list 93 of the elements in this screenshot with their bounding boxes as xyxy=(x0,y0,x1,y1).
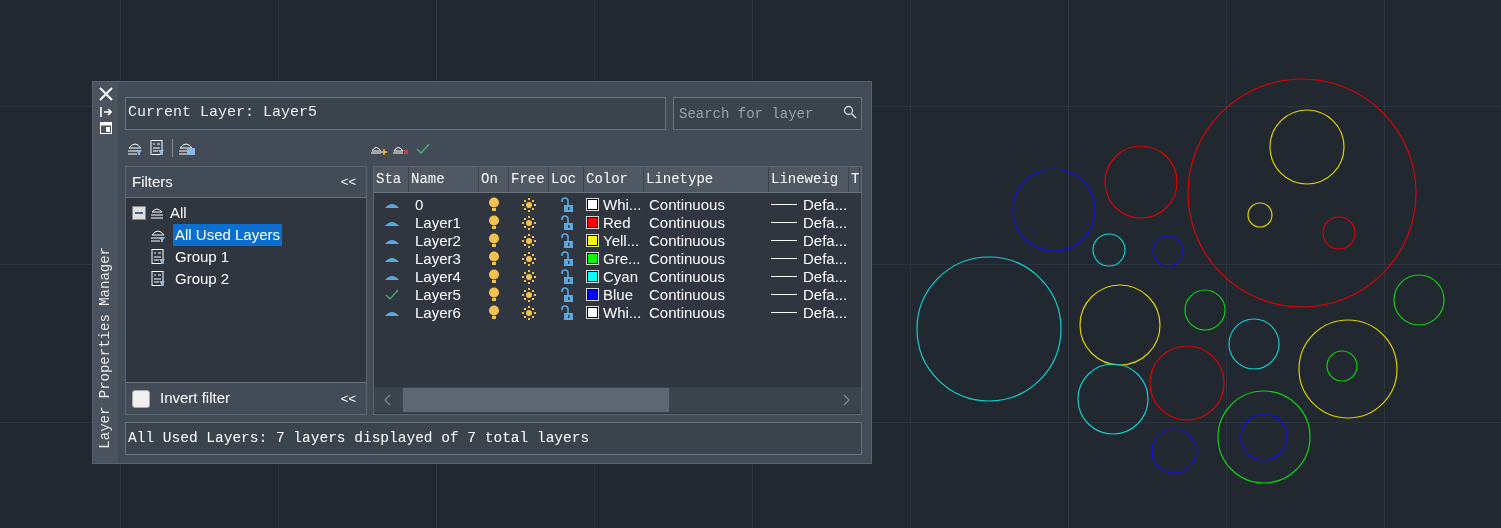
layers-icon xyxy=(149,205,165,220)
lineweight-value: Defa... xyxy=(803,231,848,250)
lineweight-sample xyxy=(771,276,797,278)
linetype-name: Continuous xyxy=(649,285,725,304)
padlock-icon[interactable] xyxy=(559,232,574,249)
padlock-icon[interactable] xyxy=(559,304,574,321)
lightbulb-icon[interactable] xyxy=(488,233,500,249)
group-filter-icon[interactable] xyxy=(149,138,167,157)
color-name: Cyan xyxy=(603,267,639,286)
filter-tree-item[interactable]: Group 2 xyxy=(173,267,232,291)
linetype-name: Continuous xyxy=(649,195,725,214)
layer-name: Layer3 xyxy=(415,249,461,268)
sun-icon[interactable] xyxy=(522,251,536,266)
search-icon xyxy=(843,105,857,119)
column-header[interactable]: Free xyxy=(509,166,549,192)
color-swatch[interactable] xyxy=(587,253,598,265)
column-header[interactable]: Loc xyxy=(549,166,584,192)
lineweight-value: Defa... xyxy=(803,213,848,232)
color-name: Whi... xyxy=(603,195,642,214)
color-name: Whi... xyxy=(603,303,642,322)
padlock-icon[interactable] xyxy=(559,196,574,213)
layer-name: Layer2 xyxy=(415,231,461,250)
color-name: Yell... xyxy=(603,231,640,250)
sun-icon[interactable] xyxy=(522,305,536,320)
status-bar: All Used Layers: 7 layers displayed of 7 total layers xyxy=(125,422,862,455)
lineweight-value: Defa... xyxy=(803,285,848,304)
sun-icon[interactable] xyxy=(522,269,536,284)
column-header[interactable]: T xyxy=(849,166,860,192)
lightbulb-icon[interactable] xyxy=(488,305,500,321)
lineweight-sample xyxy=(771,222,797,224)
color-name: Red xyxy=(603,213,631,232)
invert-filter-checkbox[interactable] xyxy=(132,389,150,408)
filter-tree-item[interactable]: Group 1 xyxy=(173,245,232,269)
column-header[interactable]: On xyxy=(479,166,509,192)
layer-name: Layer4 xyxy=(415,267,461,286)
layer-name: Layer1 xyxy=(415,213,461,232)
layer-name: Layer6 xyxy=(415,303,461,322)
column-header[interactable]: Sta xyxy=(374,166,409,192)
lineweight-value: Defa... xyxy=(803,267,848,286)
linetype-name: Continuous xyxy=(649,267,725,286)
color-swatch[interactable] xyxy=(587,307,598,319)
filter-tree-item[interactable]: All Used Layers xyxy=(173,223,283,247)
sun-icon[interactable] xyxy=(522,287,536,302)
color-swatch[interactable] xyxy=(587,235,598,247)
color-swatch[interactable] xyxy=(587,217,598,229)
padlock-icon[interactable] xyxy=(559,214,574,231)
linetype-name: Continuous xyxy=(649,249,725,268)
column-header[interactable]: Color xyxy=(584,166,644,192)
pin-icon[interactable] xyxy=(99,106,112,118)
column-header[interactable]: Lineweig xyxy=(769,166,849,192)
sun-icon[interactable] xyxy=(522,197,536,212)
padlock-icon[interactable] xyxy=(559,286,574,303)
lineweight-value: Defa... xyxy=(803,195,848,214)
panel-title: Layer Properties Manager xyxy=(96,247,114,449)
lineweight-sample xyxy=(771,204,797,206)
lightbulb-icon[interactable] xyxy=(488,269,500,285)
lineweight-sample xyxy=(771,258,797,260)
layer-name: 0 xyxy=(415,195,424,214)
lineweight-value: Defa... xyxy=(803,303,848,322)
search-field[interactable]: Search for layer xyxy=(673,97,862,130)
color-name: Gre... xyxy=(603,249,641,268)
lineweight-sample xyxy=(771,240,797,242)
color-swatch[interactable] xyxy=(587,271,598,283)
color-swatch[interactable] xyxy=(587,289,598,301)
properties-icon[interactable] xyxy=(99,122,112,134)
sun-icon[interactable] xyxy=(522,215,536,230)
lightbulb-icon[interactable] xyxy=(488,215,500,231)
close-icon[interactable] xyxy=(97,86,114,102)
color-swatch[interactable] xyxy=(587,199,598,211)
column-header[interactable]: Name xyxy=(409,166,479,192)
filters-title: Filters xyxy=(132,171,173,192)
lightbulb-icon[interactable] xyxy=(488,251,500,267)
horizontal-scrollbar[interactable] xyxy=(374,387,861,414)
padlock-icon[interactable] xyxy=(559,268,574,285)
lineweight-sample xyxy=(771,294,797,296)
padlock-icon[interactable] xyxy=(559,250,574,267)
color-name: Blue xyxy=(603,285,634,304)
linetype-name: Continuous xyxy=(649,303,725,322)
lightbulb-icon[interactable] xyxy=(488,287,500,303)
lightbulb-icon[interactable] xyxy=(488,197,500,213)
lineweight-sample xyxy=(771,312,797,314)
filter-tree-item[interactable]: All xyxy=(168,201,189,225)
collapse-button[interactable]: << xyxy=(336,388,360,409)
lineweight-value: Defa... xyxy=(803,249,848,268)
collapse-button[interactable]: << xyxy=(336,172,360,192)
column-header[interactable]: Linetype xyxy=(644,166,769,192)
invert-filter-label: Invert filter xyxy=(160,388,231,409)
linetype-name: Continuous xyxy=(649,231,725,250)
expand-toggle[interactable] xyxy=(132,205,146,220)
sun-icon[interactable] xyxy=(522,233,536,248)
layer-name: Layer5 xyxy=(415,285,461,304)
current-layer-display: Current Layer: Layer5 xyxy=(125,97,666,130)
linetype-name: Continuous xyxy=(649,213,725,232)
